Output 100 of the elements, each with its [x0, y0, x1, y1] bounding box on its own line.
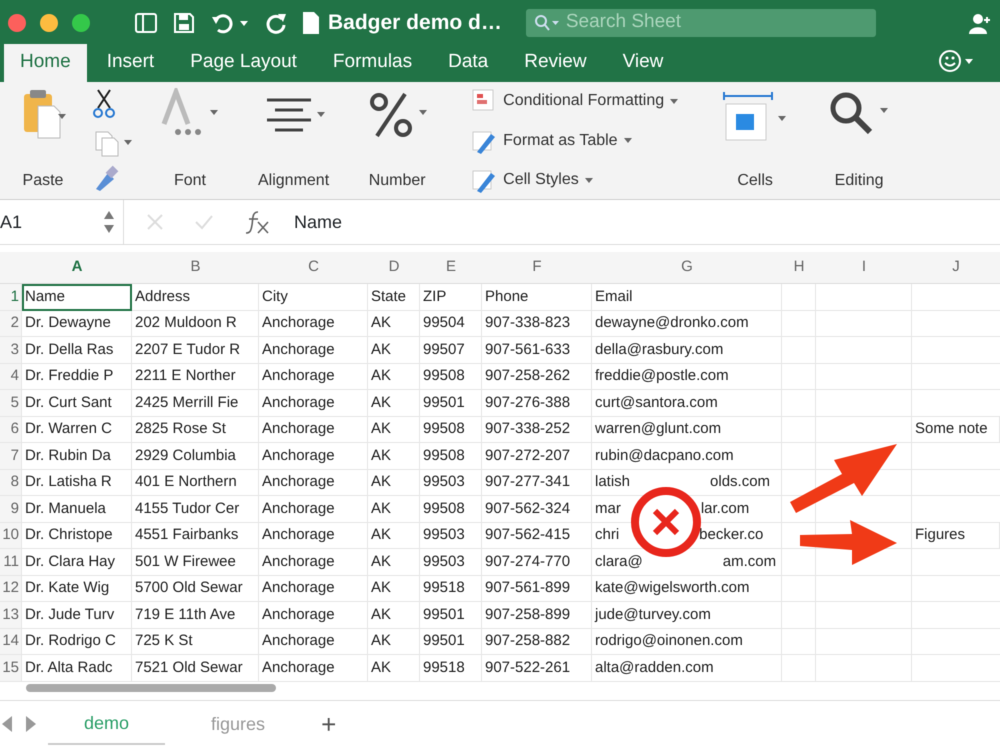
table-cell[interactable]: 7521 Old Sewar — [132, 655, 259, 682]
table-cell[interactable]: 907-258-899 — [482, 602, 592, 628]
table-cell[interactable]: AK — [368, 522, 420, 549]
table-cell[interactable]: 501 W Firewee — [132, 549, 259, 576]
table-cell[interactable]: 4155 Tudor Cer — [132, 496, 259, 522]
table-cell[interactable]: rubin@dacpano.com — [592, 443, 782, 470]
table-cell[interactable]: curt@santora.com — [592, 390, 782, 416]
table-cell[interactable]: Dr. Dewayne — [22, 310, 132, 337]
table-cell[interactable]: 2929 Columbia — [132, 443, 259, 470]
table-cell[interactable]: freddie@postle.com — [592, 364, 782, 390]
table-cell[interactable]: jude@turvey.com — [592, 602, 782, 628]
table-cell[interactable]: kate@wigelsworth.com — [592, 576, 782, 602]
table-cell[interactable]: AK — [368, 390, 420, 416]
table-cell[interactable]: Dr. Freddie P — [22, 364, 132, 390]
ribbon-tab[interactable]: View — [606, 44, 680, 82]
minimize-button[interactable] — [40, 14, 58, 32]
previous-sheet-icon[interactable] — [0, 715, 14, 733]
table-cell[interactable]: 99507 — [420, 337, 482, 364]
table-cell[interactable]: AK — [368, 337, 420, 364]
table-cell[interactable]: Address — [132, 284, 259, 310]
close-button[interactable] — [8, 14, 26, 32]
table-cell[interactable]: ZIP — [420, 284, 482, 310]
table-cell[interactable]: Phone — [482, 284, 592, 310]
row-header[interactable]: 15 — [0, 655, 22, 682]
column-header[interactable]: G — [592, 252, 782, 284]
column-header[interactable]: B — [132, 252, 259, 284]
table-cell[interactable]: AK — [368, 576, 420, 602]
row-header[interactable]: 8 — [0, 470, 22, 496]
row-header[interactable]: 13 — [0, 602, 22, 628]
ribbon-menu-item[interactable]: Conditional Formatting — [471, 88, 678, 114]
table-cell[interactable]: alta@radden.com — [592, 655, 782, 682]
table-cell[interactable]: 907-277-341 — [482, 470, 592, 496]
row-header[interactable]: 7 — [0, 443, 22, 470]
row-header[interactable]: 9 — [0, 496, 22, 522]
table-cell[interactable]: Email — [592, 284, 782, 310]
check-icon[interactable] — [194, 213, 214, 231]
sidebar-icon[interactable] — [134, 10, 158, 34]
table-cell[interactable]: AK — [368, 602, 420, 628]
table-cell[interactable]: dewayne@dronko.com — [592, 310, 782, 337]
table-cell[interactable]: rodrigo@oinonen.com — [592, 628, 782, 655]
column-header[interactable]: H — [782, 252, 816, 284]
table-cell[interactable]: 99501 — [420, 628, 482, 655]
row-header[interactable]: 10 — [0, 522, 22, 549]
ribbon-tab[interactable]: Insert — [90, 44, 170, 82]
table-cell[interactable]: 99508 — [420, 443, 482, 470]
scissors-icon[interactable] — [92, 88, 118, 120]
table-cell[interactable]: Anchorage — [259, 443, 368, 470]
table-cell[interactable]: Dr. Rodrigo C — [22, 628, 132, 655]
column-header[interactable]: F — [482, 252, 592, 284]
table-cell[interactable]: Dr. Manuela — [22, 496, 132, 522]
column-header[interactable]: A — [22, 252, 132, 284]
table-cell[interactable]: 99503 — [420, 470, 482, 496]
table-cell[interactable]: Anchorage — [259, 628, 368, 655]
table-cell[interactable]: AK — [368, 443, 420, 470]
ribbon-tab[interactable]: Home — [4, 44, 87, 82]
row-header[interactable]: 3 — [0, 337, 22, 364]
table-cell[interactable]: 99501 — [420, 390, 482, 416]
table-cell[interactable]: 907-258-882 — [482, 628, 592, 655]
column-header[interactable]: C — [259, 252, 368, 284]
table-cell[interactable]: Anchorage — [259, 470, 368, 496]
table-cell[interactable]: 99508 — [420, 416, 482, 443]
table-cell[interactable]: 907-274-770 — [482, 549, 592, 576]
table-cell[interactable]: AK — [368, 655, 420, 682]
cell-reference[interactable]: A1 — [0, 208, 22, 236]
table-cell[interactable]: AK — [368, 416, 420, 443]
table-cell[interactable]: Anchorage — [259, 522, 368, 549]
table-cell[interactable]: warren@glunt.com — [592, 416, 782, 443]
table-cell[interactable]: AK — [368, 549, 420, 576]
row-header[interactable]: 2 — [0, 310, 22, 337]
scrollbar[interactable] — [26, 684, 276, 692]
table-cell[interactable]: 4551 Fairbanks — [132, 522, 259, 549]
table-cell[interactable]: 725 K St — [132, 628, 259, 655]
ribbon-tab[interactable]: Review — [508, 44, 603, 82]
table-cell[interactable]: Anchorage — [259, 549, 368, 576]
search-field[interactable]: Search Sheet — [526, 8, 876, 36]
table-cell[interactable]: 401 E Northern — [132, 470, 259, 496]
table-cell[interactable]: Anchorage — [259, 602, 368, 628]
table-cell[interactable]: Anchorage — [259, 655, 368, 682]
row-header[interactable]: 11 — [0, 549, 22, 576]
table-cell[interactable]: 2211 E Norther — [132, 364, 259, 390]
ribbon-tab[interactable]: Page Layout — [174, 44, 313, 82]
table-cell[interactable]: 719 E 11th Ave — [132, 602, 259, 628]
ribbon-tab[interactable]: Formulas — [316, 44, 428, 82]
row-header[interactable]: 4 — [0, 364, 22, 390]
table-cell[interactable]: Dr. Della Ras — [22, 337, 132, 364]
column-header[interactable]: E — [420, 252, 482, 284]
row-header[interactable]: 6 — [0, 416, 22, 443]
table-cell[interactable]: 99518 — [420, 576, 482, 602]
column-header[interactable]: I — [816, 252, 912, 284]
table-cell[interactable]: Dr. Jude Turv — [22, 602, 132, 628]
table-cell[interactable]: 907-272-207 — [482, 443, 592, 470]
table-cell[interactable]: della@rasbury.com — [592, 337, 782, 364]
row-header[interactable]: 1 — [0, 284, 22, 310]
table-cell[interactable]: AK — [368, 310, 420, 337]
table-cell[interactable]: AK — [368, 364, 420, 390]
ribbon-menu-item[interactable]: Cell Styles — [471, 167, 678, 193]
table-cell[interactable]: 99518 — [420, 655, 482, 682]
table-cell[interactable]: 907-258-262 — [482, 364, 592, 390]
table-cell[interactable]: Dr. Kate Wig — [22, 576, 132, 602]
table-cell[interactable]: Dr. Warren C — [22, 416, 132, 443]
